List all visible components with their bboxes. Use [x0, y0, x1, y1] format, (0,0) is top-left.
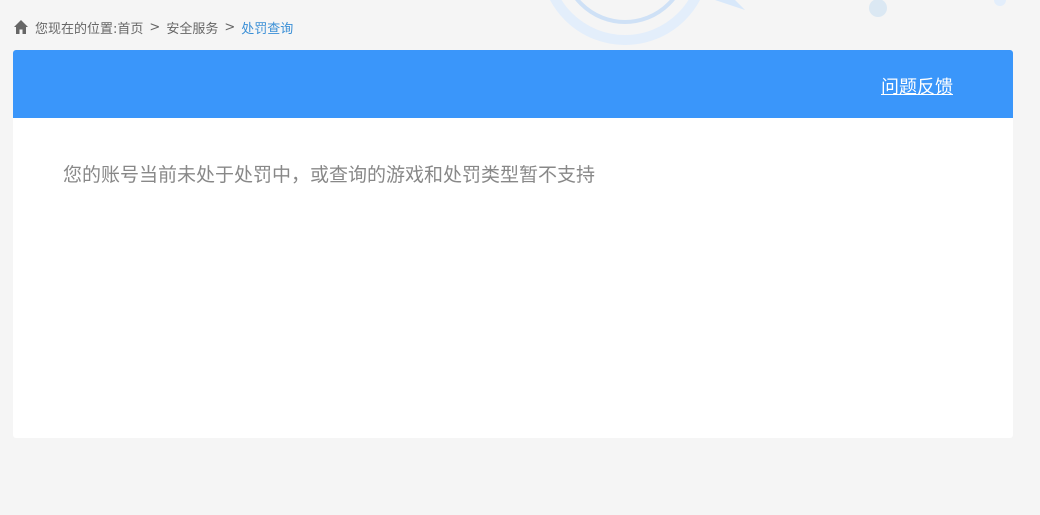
home-icon [13, 19, 29, 35]
breadcrumb-item-penalty-query: 处罚查询 [241, 21, 294, 37]
breadcrumb-item-home[interactable]: 首页 [117, 18, 143, 37]
feedback-link[interactable]: 问题反馈 [881, 73, 953, 99]
breadcrumb: 您现在的位置: 首页 > 安全服务 > 处罚查询 [13, 17, 293, 37]
result-card: 问题反馈 您的账号当前未处于处罚中，或查询的游戏和处罚类型暂不支持 [13, 50, 1013, 438]
breadcrumb-item-security-service[interactable]: 安全服务 [166, 18, 218, 37]
breadcrumb-prefix: 您现在的位置: [35, 21, 118, 37]
card-body: 您的账号当前未处于处罚中，或查询的游戏和处罚类型暂不支持 [13, 118, 1013, 188]
result-message: 您的账号当前未处于处罚中，或查询的游戏和处罚类型暂不支持 [63, 164, 596, 186]
breadcrumb-separator: > [224, 19, 236, 35]
breadcrumb-separator: > [149, 19, 161, 35]
card-header: 问题反馈 [13, 50, 1013, 118]
